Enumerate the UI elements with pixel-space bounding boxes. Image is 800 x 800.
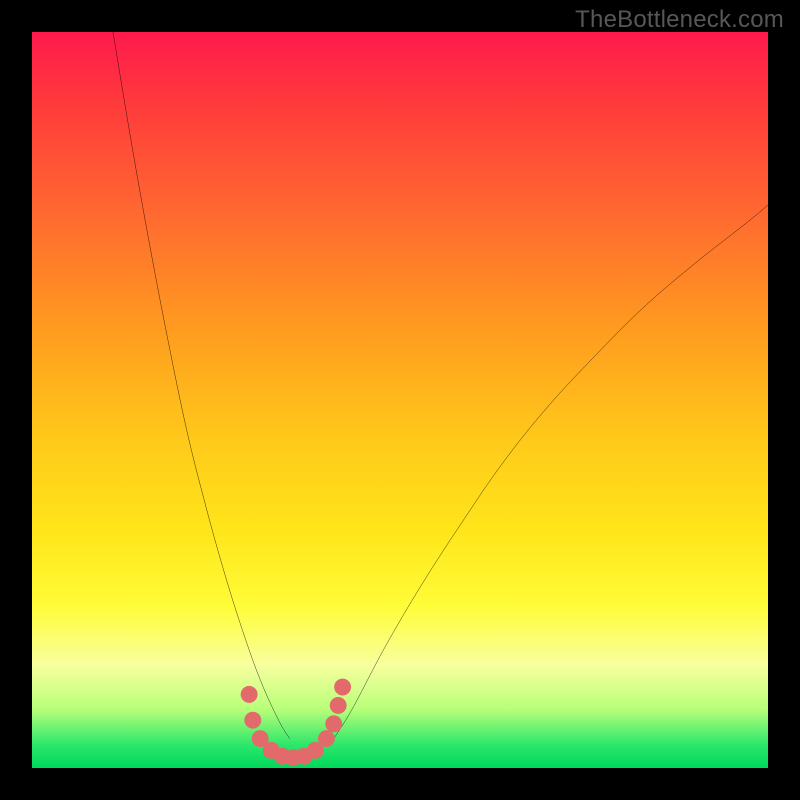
curve-right [334, 205, 768, 739]
bottleneck-curve [32, 32, 768, 768]
optimal-dot [244, 712, 261, 729]
optimal-dot [334, 679, 351, 696]
plot-area [32, 32, 768, 768]
optimal-dot [330, 697, 347, 714]
optimal-dot [241, 686, 258, 703]
optimal-dot [325, 715, 342, 732]
chart-frame: TheBottleneck.com [0, 0, 800, 800]
curve-left [113, 32, 290, 739]
optimal-dot [318, 730, 335, 747]
optimal-dots [241, 679, 351, 767]
watermark-text: TheBottleneck.com [575, 6, 784, 34]
